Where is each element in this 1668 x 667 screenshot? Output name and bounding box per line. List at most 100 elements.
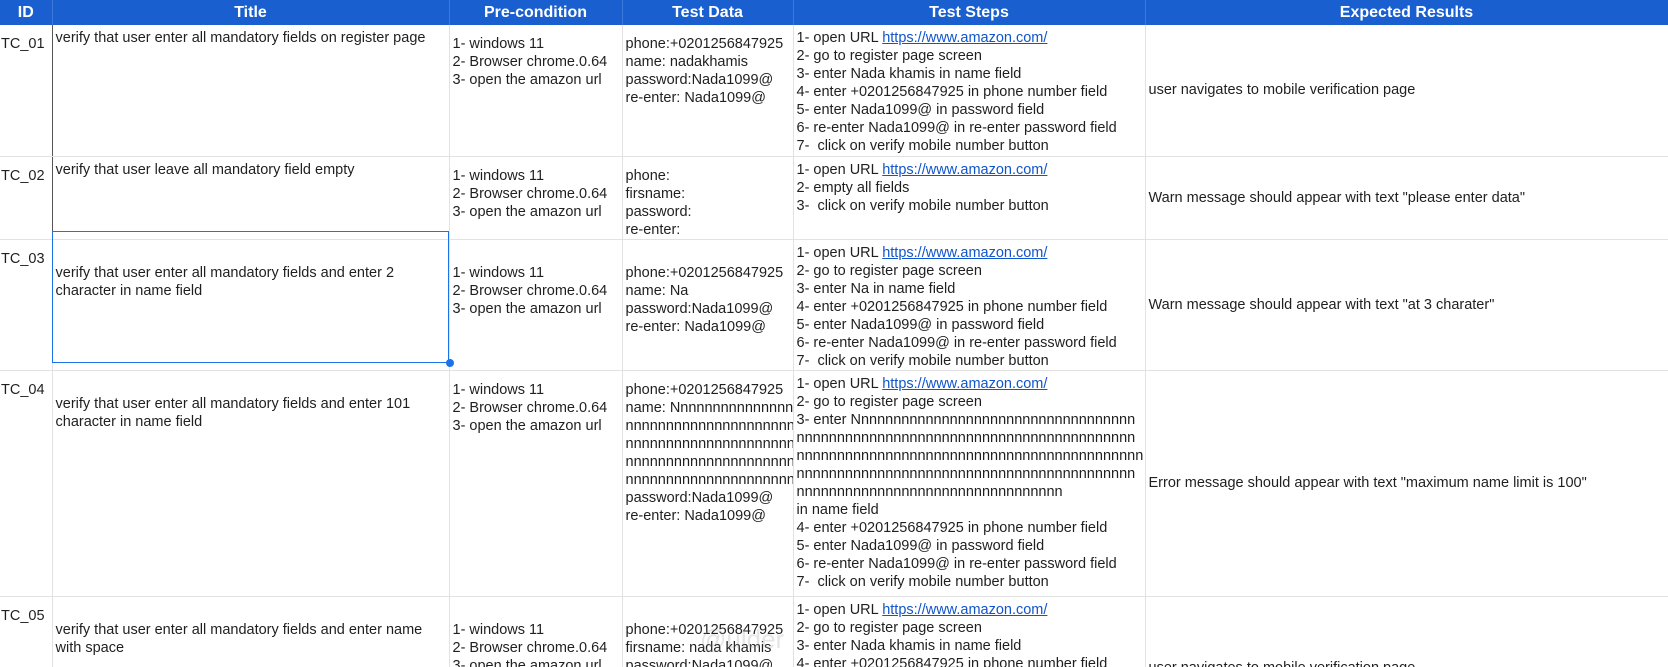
table-row: TC_04 verify that user enter all mandator… [0, 370, 1668, 597]
header-precondition[interactable]: Pre-condition [449, 0, 623, 25]
cell-line: 1- open URL https://www.amazon.com/ [797, 244, 1142, 262]
cell-test-steps[interactable]: 1- open URL https://www.amazon.com/2- em… [793, 156, 1146, 240]
cell-line: 6- re-enter Nada1099@ in re-enter passwo… [796, 555, 1117, 572]
cell-title[interactable]: verify that user enter all mandatory fie… [52, 596, 450, 667]
amazon-url-link[interactable]: https://www.amazon.com/ [882, 376, 1047, 392]
header-expected-results[interactable]: Expected Results [1145, 0, 1668, 25]
cell-title[interactable]: verify that user leave all mandatory fie… [52, 156, 450, 240]
table-row: TC_02 verify that user leave all mandator… [0, 156, 1668, 240]
step-open-url-label: 1- open URL [796, 244, 883, 261]
amazon-url-link[interactable]: https://www.amazon.com/ [882, 245, 1047, 261]
cell-line: 2- Browser chrome.0.64 [452, 282, 608, 299]
cell-line: nnnnnnnnnnnnnnnnnnnnn [625, 435, 793, 452]
cell-line: 6- re-enter Nada1099@ in re-enter passwo… [796, 334, 1117, 351]
cell-expected-result[interactable]: Warn message should appear with text "pl… [1145, 156, 1668, 240]
cell-line: password: [625, 203, 692, 220]
cell-line: 1- open URL https://www.amazon.com/ [797, 29, 1142, 47]
step-open-url-label: 1- open URL [796, 30, 883, 46]
cell-title[interactable]: verify that user enter all mandatory fie… [52, 239, 450, 371]
cell-line: 3- open the amazon url [452, 417, 602, 434]
cell-line: phone:+0201256847925 [625, 621, 784, 638]
cell-line: password:Nada1099@ [625, 300, 774, 317]
cell-line: 7- click on verify mobile number button [796, 352, 1049, 369]
cell-test-steps[interactable]: 1- open URL https://www.amazon.com/2- go… [793, 370, 1146, 597]
cell-line: 1- open URL https://www.amazon.com/ [797, 161, 1142, 179]
amazon-url-link[interactable]: https://www.amazon.com/ [882, 162, 1047, 178]
cell-line: 3- open the amazon url [452, 72, 602, 88]
cell-id[interactable]: TC_01 [0, 25, 53, 157]
amazon-url-link[interactable]: https://www.amazon.com/ [882, 602, 1047, 618]
cell-line: 2- go to register page screen [796, 619, 982, 636]
cell-id[interactable]: TC_04 [0, 370, 53, 597]
table-row: TC_01 verify that user enter all mandator… [0, 25, 1668, 157]
cell-line: phone:+0201256847925 [625, 264, 784, 281]
header-test-data[interactable]: Test Data [622, 0, 794, 25]
cell-precondition[interactable]: 1- windows 11 2- Browser chrome.0.64 3- op… [449, 25, 623, 157]
cell-precondition[interactable]: 1- windows 11 2- Browser chrome.0.64 3- op… [449, 156, 623, 240]
amazon-url-link[interactable]: https://www.amazon.com/ [882, 30, 1047, 46]
cell-line: 6- re-enter Nada1099@ in re-enter passwo… [796, 120, 1117, 136]
step-open-url-label: 1- open URL [796, 375, 883, 392]
cell-expected-result[interactable]: Warn message should appear with text "at… [1145, 239, 1668, 371]
cell-test-data[interactable]: phone:+0201256847925 name: Na password:Nad… [622, 239, 794, 371]
cell-test-data[interactable]: phone:+0201256847925 name: nadakhamis pass… [622, 25, 794, 157]
test-case-table: ID Title Pre-condition Test Data Test St… [0, 0, 1668, 667]
cell-line: 5- enter Nada1099@ in password field [796, 537, 1045, 554]
cell-line: name: Nnnnnnnnnnnnnnnn [625, 399, 793, 416]
cell-line: 1- windows 11 [452, 621, 545, 638]
header-title[interactable]: Title [52, 0, 450, 25]
cell-line: 4- enter +0201256847925 in phone number … [796, 84, 1108, 100]
cell-line: 4- enter +0201256847925 in phone number … [796, 519, 1108, 536]
cell-precondition[interactable]: 1- windows 11 2- Browser chrome.0.64 3- op… [449, 239, 623, 371]
cell-line: nnnnnnnnnnnnnnnnnnnnn [625, 453, 793, 470]
cell-line: nnnnnnnnnnnnnnnnnnnnnnnnnnnnnnnnnnnnnnnn… [796, 447, 1144, 464]
cell-line: 7- click on verify mobile number button [796, 138, 1049, 154]
cell-line: in name field [796, 501, 879, 518]
cell-line: 5- enter Nada1099@ in password field [796, 316, 1045, 333]
cell-test-data[interactable]: phone: firsname: password: re-enter: [622, 156, 794, 240]
header-test-steps[interactable]: Test Steps [793, 0, 1146, 25]
cell-line: 3- open the amazon url [452, 300, 602, 317]
cell-id[interactable]: TC_02 [0, 156, 53, 240]
cell-line: phone: [625, 167, 670, 184]
cell-line: nnnnnnnnnnnnnnnnnnnnnnnnnnnnnnnnnnnnnnnn… [796, 429, 1136, 446]
cell-test-steps[interactable]: 1- open URL https://www.amazon.com/2- go… [793, 596, 1146, 667]
cell-line: 4- enter +0201256847925 in phone number … [796, 655, 1108, 667]
cell-line: nnnnnnnnnnnnnnnnnnnnn [625, 471, 793, 488]
cell-test-steps[interactable]: 1- open URL https://www.amazon.com/2- go… [793, 25, 1146, 157]
cell-line: 7- click on verify mobile number button [796, 573, 1049, 590]
cell-expected-result[interactable]: user navigates to mobile verification pa… [1145, 25, 1668, 157]
cell-expected-result[interactable]: Error message should appear with text "m… [1145, 370, 1668, 597]
cell-line: 2- Browser chrome.0.64 [452, 185, 608, 202]
header-id[interactable]: ID [0, 0, 53, 25]
cell-line: 3- enter Nada khamis in name field [796, 637, 1022, 654]
cell-precondition[interactable]: 1- windows 11 2- Browser chrome.0.64 3- op… [449, 370, 623, 597]
step-open-url-label: 1- open URL [796, 161, 883, 178]
cell-line: 2- empty all fields [796, 179, 910, 196]
cell-line: re-enter: [625, 221, 681, 238]
cell-title[interactable]: verify that user enter all mandatory fie… [52, 370, 450, 597]
cell-line: firsname: nada khamis [625, 639, 772, 656]
cell-line: 1- windows 11 [452, 36, 545, 52]
cell-line: 2- go to register page screen [796, 393, 982, 410]
cell-line: 3- enter Nada khamis in name field [796, 66, 1022, 82]
cell-test-data[interactable]: phone:+0201256847925 name: Nnnnnnnnnnnnnn… [622, 370, 794, 597]
cell-line: 2- Browser chrome.0.64 [452, 399, 608, 416]
cell-line: 3- open the amazon url [452, 203, 602, 220]
cell-line: password:Nada1099@ [625, 657, 774, 667]
cell-line: re-enter: Nada1099@ [625, 90, 766, 106]
cell-test-data[interactable]: phone:+0201256847925 firsname: nada khami… [622, 596, 794, 667]
cell-id[interactable]: TC_05 [0, 596, 53, 667]
cell-line: 2- Browser chrome.0.64 [452, 54, 608, 70]
cell-line: 1- windows 11 [452, 381, 545, 398]
cell-line: 1- open URL https://www.amazon.com/ [797, 375, 1142, 393]
cell-test-steps[interactable]: 1- open URL https://www.amazon.com/2- go… [793, 239, 1146, 371]
table-row: TC_03 verify that user enter all mandator… [0, 239, 1668, 371]
cell-title[interactable]: verify that user enter all mandatory fie… [52, 25, 450, 157]
cell-line: 3- open the amazon url [452, 657, 602, 667]
cell-id[interactable]: TC_03 [0, 239, 53, 371]
cell-expected-result[interactable]: user navigates to mobile verification pa… [1145, 596, 1668, 667]
cell-line: nnnnnnnnnnnnnnnnnnnnn [625, 417, 793, 434]
cell-precondition[interactable]: 1- windows 11 2- Browser chrome.0.64 3- op… [449, 596, 623, 667]
cell-line: password:Nada1099@ [625, 72, 774, 88]
